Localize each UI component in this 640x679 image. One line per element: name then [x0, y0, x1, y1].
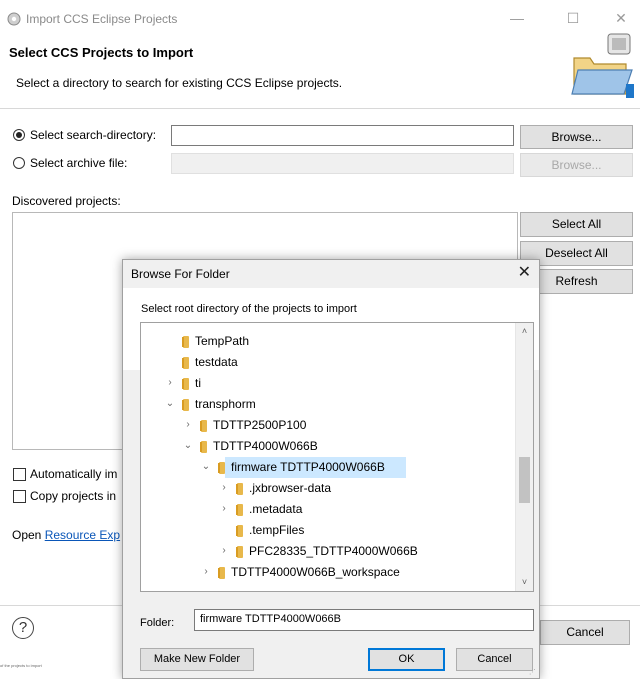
auto-import-label: Automatically im [30, 467, 118, 481]
tree-item[interactable]: ⌄ TDTTP4000W066B [141, 436, 515, 457]
tree-item-label: firmware TDTTP4000W066B [231, 460, 385, 474]
tree-item[interactable]: .tempFiles [141, 520, 515, 541]
folder-label: Folder: [140, 617, 175, 629]
tree-item-label: TDTTP4000W066B [213, 439, 318, 453]
tree-item[interactable]: ⌄ firmware TDTTP4000W066B [141, 457, 515, 478]
scroll-up-arrow-icon[interactable]: ˄ [516, 323, 533, 340]
tree-item[interactable]: ⌄ transphorm [141, 394, 515, 415]
open-resource-explorer-text: Open Resource Exp [12, 528, 120, 542]
expand-chevron-icon[interactable]: › [219, 482, 229, 494]
expand-chevron-icon[interactable]: › [219, 503, 229, 515]
header-separator [0, 108, 640, 109]
page-title: Select CCS Projects to Import [9, 45, 194, 60]
folder-icon [182, 399, 189, 411]
maximize-button[interactable]: ☐ [562, 8, 584, 28]
folder-icon [236, 483, 243, 495]
resize-grip-icon: ⋰ [529, 669, 536, 676]
tree-item-label: testdata [195, 355, 238, 369]
tree-item-label: .metadata [249, 502, 303, 516]
auto-import-checkbox[interactable] [13, 468, 26, 481]
search-directory-input[interactable] [171, 125, 514, 146]
expand-chevron-icon [165, 335, 175, 347]
minimize-button[interactable]: — [506, 8, 528, 28]
tree-item[interactable]: › PFC28335_TDTTP4000W066B [141, 541, 515, 562]
collapse-chevron-icon[interactable]: ⌄ [183, 440, 193, 452]
tree-item-label: .jxbrowser-data [249, 481, 332, 495]
expand-chevron-icon[interactable]: › [201, 566, 211, 578]
select-all-button[interactable]: Select All [520, 212, 633, 237]
folder-icon [236, 504, 243, 516]
dialog-cancel-button[interactable]: Cancel [456, 648, 533, 671]
folder-wizard-icon [571, 33, 634, 98]
scroll-down-arrow-icon[interactable]: ˅ [516, 574, 533, 591]
browse-button[interactable]: Browse... [520, 125, 633, 149]
collapse-chevron-icon[interactable]: ⌄ [165, 398, 175, 410]
expand-chevron-icon[interactable]: › [183, 419, 193, 431]
tree-item[interactable]: › TDTTP2500P100 [141, 415, 515, 436]
cancel-button[interactable]: Cancel [540, 620, 630, 645]
tree-item[interactable]: › .jxbrowser-data [141, 478, 515, 499]
browse-for-folder-dialog: Browse For Folder ✕ Select root director… [122, 259, 540, 679]
search-directory-label: Select search-directory: [30, 128, 157, 142]
expand-chevron-icon[interactable]: › [219, 545, 229, 557]
folder-icon [182, 378, 189, 390]
folder-input[interactable]: firmware TDTTP4000W066B [194, 609, 534, 631]
folder-icon [200, 441, 207, 453]
expand-chevron-icon[interactable]: › [165, 377, 175, 389]
tree-item-label: transphorm [195, 397, 256, 411]
tree-item-label: .tempFiles [249, 523, 305, 537]
tree-item[interactable]: › .metadata [141, 499, 515, 520]
discovered-projects-label: Discovered projects: [12, 194, 121, 208]
title-bar: Import CCS Eclipse Projects — ☐ ✕ [0, 0, 640, 36]
folder-icon [218, 462, 225, 474]
browse-archive-button[interactable]: Browse... [520, 153, 633, 177]
dialog-close-button[interactable]: ✕ [518, 262, 531, 282]
folder-icon [236, 525, 243, 537]
expand-chevron-icon [219, 524, 229, 536]
tree-item-label: TDTTP4000W066B_workspace [231, 565, 400, 579]
search-directory-radio[interactable] [13, 129, 25, 141]
dialog-description: Select root directory of the projects to… [141, 303, 357, 315]
expand-chevron-icon [165, 356, 175, 368]
open-prefix: Open [12, 528, 45, 542]
folder-tree[interactable]: TempPath testdata › ti ⌄ transphorm › TDTTP2500… [140, 322, 534, 592]
collapse-chevron-icon[interactable]: ⌄ [201, 461, 211, 473]
archive-file-radio[interactable] [13, 157, 25, 169]
tree-vertical-scrollbar[interactable]: ˄ ˅ [515, 323, 533, 591]
app-icon [7, 12, 21, 26]
archive-file-input[interactable] [171, 153, 514, 174]
ok-button[interactable]: OK [368, 648, 445, 671]
tree-item-label: ti [195, 376, 201, 390]
tree-item[interactable]: TempPath [141, 331, 515, 352]
folder-icon [182, 336, 189, 348]
status-text: of the projects to import [0, 663, 42, 668]
folder-icon [236, 546, 243, 558]
close-button[interactable]: ✕ [610, 8, 632, 28]
tree-bottom-edge [141, 584, 515, 591]
help-button[interactable]: ? [12, 617, 34, 639]
copy-projects-label: Copy projects in [30, 489, 117, 503]
tree-item[interactable]: › TDTTP4000W066B_workspace [141, 562, 515, 583]
tree-item-label: PFC28335_TDTTP4000W066B [249, 544, 418, 558]
folder-icon [200, 420, 207, 432]
page-description: Select a directory to search for existin… [16, 76, 343, 90]
tree-item[interactable]: › ti [141, 373, 515, 394]
window-title: Import CCS Eclipse Projects [26, 12, 178, 26]
folder-icon [218, 567, 225, 579]
tree-item-label: TDTTP2500P100 [213, 418, 307, 432]
folder-icon [182, 357, 189, 369]
resource-explorer-link[interactable]: Resource Exp [45, 528, 120, 542]
copy-projects-checkbox[interactable] [13, 490, 26, 503]
make-new-folder-button[interactable]: Make New Folder [140, 648, 254, 671]
tree-item-label: TempPath [195, 334, 250, 348]
scrollbar-thumb[interactable] [519, 457, 530, 503]
archive-file-label: Select archive file: [30, 156, 128, 170]
tree-item[interactable]: testdata [141, 352, 515, 373]
dialog-title: Browse For Folder [131, 267, 230, 281]
